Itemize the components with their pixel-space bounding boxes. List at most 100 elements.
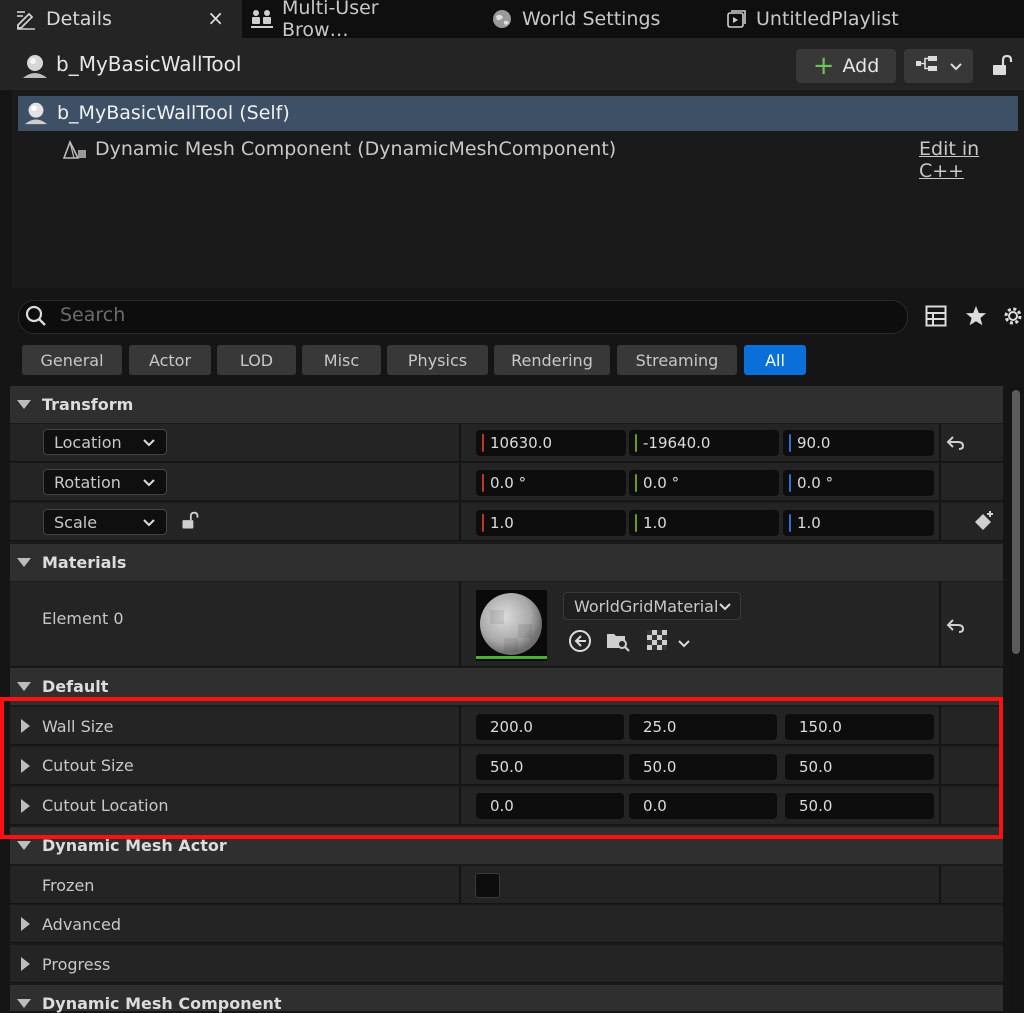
scrollbar-thumb[interactable] — [1012, 390, 1020, 654]
filter-misc[interactable]: Misc — [302, 345, 381, 375]
scale-mode-dropdown[interactable]: Scale — [43, 509, 167, 535]
expand-arrow-icon[interactable] — [21, 759, 30, 773]
column-divider — [939, 707, 941, 745]
gear-icon[interactable] — [1000, 303, 1024, 333]
column-divider — [459, 787, 461, 825]
filter-all[interactable]: All — [744, 345, 806, 375]
actor-icon — [22, 100, 50, 130]
plus-icon: + — [812, 51, 835, 81]
chevron-down-icon — [718, 597, 732, 616]
table-view-icon[interactable] — [925, 305, 947, 331]
location-mode-dropdown[interactable]: Location — [43, 429, 167, 455]
search-icon — [24, 304, 48, 332]
lock-icon[interactable] — [180, 510, 200, 536]
expand-arrow-icon[interactable] — [21, 917, 30, 931]
edit-in-cpp-link[interactable]: Edit in C++ — [919, 138, 1024, 182]
rotation-label: Rotation — [54, 472, 121, 492]
tree-item-dynamic-mesh-component[interactable]: Dynamic Mesh Component (DynamicMeshCompo… — [95, 138, 616, 160]
chevron-down-icon — [142, 433, 156, 452]
location-label: Location — [54, 432, 122, 452]
reset-to-default-icon[interactable] — [946, 434, 966, 456]
filter-streaming[interactable]: Streaming — [617, 345, 737, 375]
cutout-location-x-field[interactable]: 0.0 — [476, 793, 624, 819]
close-icon[interactable]: × — [207, 6, 224, 30]
chevron-down-icon[interactable] — [677, 634, 691, 653]
expand-arrow-icon[interactable] — [21, 799, 30, 813]
filter-general[interactable]: General — [22, 345, 122, 375]
use-selected-asset-icon[interactable] — [568, 629, 592, 657]
wall-size-z-field[interactable]: 150.0 — [785, 714, 934, 740]
cutout-location-z-field[interactable]: 50.0 — [785, 793, 934, 819]
cutout-location-label: Cutout Location — [42, 796, 169, 815]
scale-x-value: 1.0 — [490, 514, 514, 532]
chevron-down-icon — [142, 513, 156, 532]
tab-details[interactable]: Details × — [0, 0, 242, 38]
frozen-checkbox[interactable] — [475, 873, 500, 898]
category-default[interactable] — [10, 668, 1003, 705]
category-materials[interactable] — [10, 544, 1003, 581]
expand-arrow-icon — [17, 841, 31, 850]
tab-multi-user-browser[interactable]: Multi-User Brow… — [250, 0, 450, 41]
column-divider — [939, 424, 941, 462]
scale-label: Scale — [54, 512, 98, 532]
add-key-icon[interactable] — [973, 510, 997, 538]
category-transform[interactable] — [10, 386, 1003, 423]
tab-untitled-playlist[interactable]: UntitledPlaylist — [724, 0, 924, 38]
rotation-y-field[interactable]: 0.0 ° — [629, 470, 779, 496]
category-dynamic-mesh-actor-label: Dynamic Mesh Actor — [42, 836, 227, 855]
rotation-z-field[interactable]: 0.0 ° — [783, 470, 934, 496]
reset-to-default-icon[interactable] — [946, 617, 966, 639]
filter-lod[interactable]: LOD — [217, 345, 296, 375]
browse-asset-icon[interactable] — [605, 629, 631, 657]
column-divider — [459, 866, 461, 904]
cutout-size-z-value: 50.0 — [799, 758, 833, 776]
add-component-button[interactable]: + Add — [796, 49, 896, 83]
scale-x-field[interactable]: 1.0 — [476, 510, 626, 536]
tab-world-settings[interactable]: World Settings — [490, 0, 690, 38]
wall-size-x-field[interactable]: 200.0 — [476, 714, 624, 740]
column-divider — [459, 582, 461, 667]
material-sphere-preview — [476, 593, 547, 659]
column-divider — [459, 503, 461, 541]
material-selector-dropdown[interactable]: WorldGridMaterial — [563, 592, 741, 620]
globe-icon — [490, 7, 514, 31]
lock-icon[interactable] — [990, 54, 1014, 82]
search-input[interactable] — [18, 300, 908, 334]
blueprint-icon — [915, 55, 941, 77]
filter-rendering[interactable]: Rendering — [494, 345, 610, 375]
search-placeholder: Search — [60, 304, 126, 326]
column-divider — [939, 503, 941, 541]
location-z-field[interactable]: 90.0 — [783, 430, 934, 456]
property-row-progress[interactable] — [10, 945, 1003, 983]
filter-actor[interactable]: Actor — [129, 345, 211, 375]
star-icon[interactable] — [964, 304, 988, 332]
expand-arrow-icon[interactable] — [21, 719, 30, 733]
location-z-value: 90.0 — [797, 434, 831, 452]
cutout-location-z-value: 50.0 — [799, 797, 833, 815]
checker-grid-icon[interactable] — [646, 629, 668, 655]
cutout-size-x-field[interactable]: 50.0 — [476, 754, 624, 780]
cutout-location-x-value: 0.0 — [490, 797, 514, 815]
rotation-mode-dropdown[interactable]: Rotation — [43, 469, 167, 495]
expand-arrow-icon[interactable] — [21, 957, 30, 971]
tab-multi-user-label: Multi-User Brow… — [282, 0, 379, 41]
scale-z-field[interactable]: 1.0 — [783, 510, 934, 536]
column-divider — [939, 747, 941, 785]
wall-size-y-field[interactable]: 25.0 — [629, 714, 777, 740]
cutout-size-z-field[interactable]: 50.0 — [785, 754, 934, 780]
location-x-field[interactable]: 10630.0 — [476, 430, 626, 456]
property-row-advanced[interactable] — [10, 905, 1003, 943]
cutout-location-y-field[interactable]: 0.0 — [629, 793, 777, 819]
cutout-size-y-value: 50.0 — [643, 758, 677, 776]
filter-physics[interactable]: Physics — [387, 345, 488, 375]
cutout-size-y-field[interactable]: 50.0 — [629, 754, 777, 780]
add-label: Add — [842, 55, 880, 77]
wall-size-x-value: 200.0 — [490, 718, 533, 736]
rotation-x-field[interactable]: 0.0 ° — [476, 470, 626, 496]
location-y-field[interactable]: -19640.0 — [629, 430, 779, 456]
wall-size-y-value: 25.0 — [643, 718, 677, 736]
scale-y-field[interactable]: 1.0 — [629, 510, 779, 536]
tree-self-label: b_MyBasicWallTool (Self) — [57, 102, 290, 124]
blueprint-options-button[interactable] — [904, 49, 973, 83]
material-thumbnail[interactable] — [476, 590, 547, 661]
